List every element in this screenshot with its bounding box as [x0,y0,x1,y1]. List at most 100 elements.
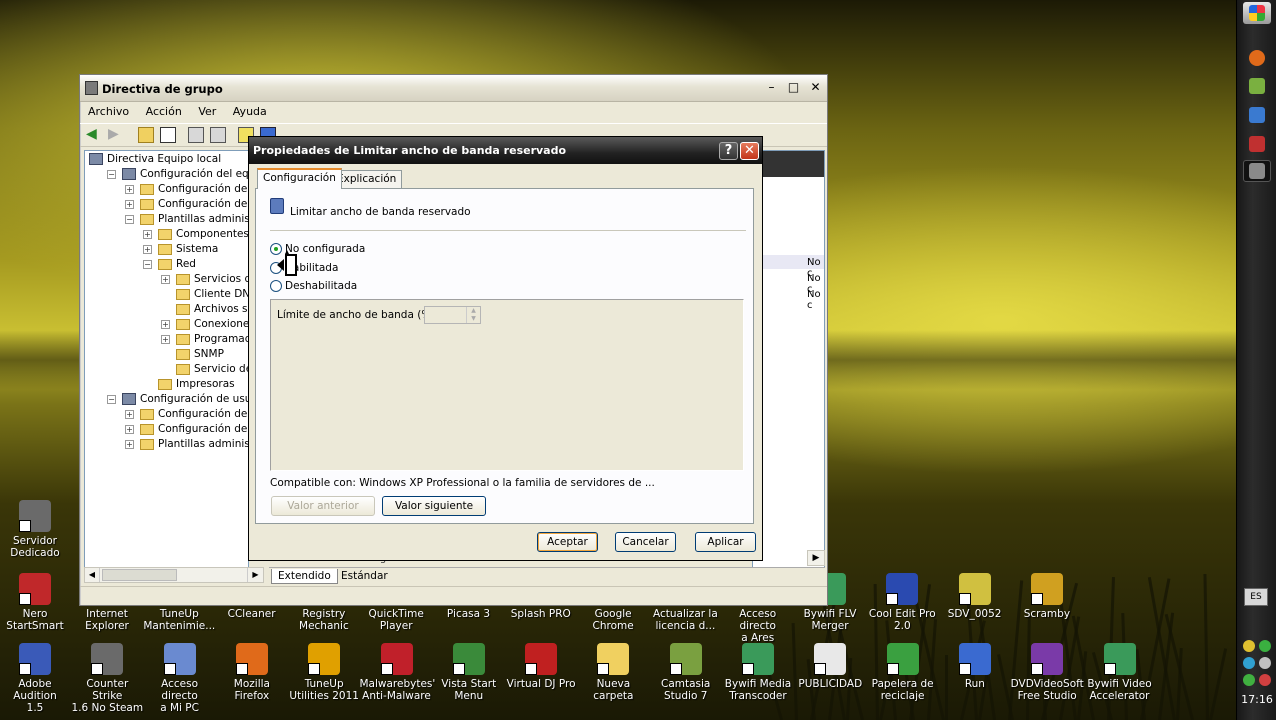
help-button[interactable]: ? [719,142,738,160]
language-indicator[interactable]: ES [1244,588,1268,606]
scroll-right-button[interactable]: ▶ [807,550,825,566]
minimize-button[interactable]: – [762,80,781,97]
taskbar-app-3[interactable] [1243,104,1271,126]
expand-icon[interactable]: + [161,274,170,284]
menu-accion[interactable]: Acción [141,102,187,118]
tray-app-icon[interactable] [1243,674,1255,686]
tree-pane[interactable]: Directiva Equipo local − Configuración del… [84,150,249,568]
menu-ver[interactable]: Ver [193,102,221,118]
tab-estandar[interactable]: Estándar [335,569,394,583]
desktop-icon[interactable]: DVDVideoSoft Free Studio [1010,643,1084,702]
expand-icon[interactable]: + [125,424,134,434]
desktop-icon[interactable]: Bywifi Media Transcoder [721,643,795,702]
tab-extendido[interactable]: Extendido [271,569,338,584]
tree-item[interactable]: Archivos sin con [161,303,248,318]
tree-item[interactable]: + Plantillas administrativas [125,438,248,453]
dialog-titlebar[interactable]: Propiedades de Limitar ancho de banda re… [249,137,762,164]
tray-network-icon[interactable] [1243,657,1255,669]
desktop-icon[interactable]: Run [938,643,1012,690]
taskbar-group-policy[interactable] [1243,160,1271,182]
tree-item[interactable]: SNMP [161,348,224,363]
tree-item[interactable]: + Servicios de rec [161,273,248,288]
dialog-close-button[interactable]: ✕ [740,142,759,160]
expand-icon[interactable]: + [125,409,134,419]
tree-item[interactable]: Directiva Equipo local [89,153,221,168]
tree-item[interactable]: − Red [143,258,196,273]
previous-setting-button[interactable]: Valor anterior [271,496,375,516]
desktop-icon[interactable]: Nueva carpeta [576,643,650,702]
cancel-button[interactable]: Cancelar [615,532,676,552]
collapse-icon[interactable]: − [125,214,134,224]
next-setting-button[interactable]: Valor siguiente [382,496,486,516]
show-tree-icon[interactable] [160,127,176,143]
tree-item[interactable]: + Programador de [161,333,248,348]
desktop-icon[interactable]: Scramby [1010,573,1084,620]
desktop-icon[interactable]: Vista Start Menu [432,643,506,702]
desktop-icon[interactable]: Adobe Audition 1.5 [0,643,72,714]
ok-button[interactable]: Aceptar [537,532,598,552]
tray-shield-icon[interactable] [1243,640,1255,652]
radio-button[interactable] [270,280,282,292]
scroll-thumb[interactable] [102,569,177,581]
desktop-icon[interactable]: Nero StartSmart [0,573,72,632]
desktop-icon[interactable]: Bywifi Video Accelerator [1083,643,1157,702]
desktop-icon[interactable]: Papelera de reciclaje [866,643,940,702]
tree-item[interactable]: − Configuración de usuario [107,393,248,408]
spin-up-icon[interactable]: ▲ [466,307,480,315]
desktop-icon[interactable]: Virtual DJ Pro [504,643,578,690]
window-titlebar[interactable]: Directiva de grupo – □ ✕ [80,75,827,102]
tree-item[interactable]: + Configuración de Windo [125,198,248,213]
expand-icon[interactable]: + [125,439,134,449]
tree-item[interactable]: Impresoras [143,378,235,393]
tree-item[interactable]: + Configuración de softwa [125,183,248,198]
tree-item[interactable]: + Configuración de softwa [125,408,248,423]
clock[interactable]: 17:16 [1237,693,1276,706]
taskbar-app-2[interactable] [1243,75,1271,97]
tree-item[interactable]: + Sistema [143,243,218,258]
desktop-icon[interactable]: Camtasia Studio 7 [649,643,723,702]
collapse-icon[interactable]: − [107,394,116,404]
tray-status-icon[interactable] [1259,640,1271,652]
close-button[interactable]: ✕ [806,80,825,97]
expand-icon[interactable]: + [143,229,152,239]
refresh-icon[interactable] [210,127,226,143]
collapse-icon[interactable]: − [143,259,152,269]
desktop-icon[interactable]: Cool Edit Pro 2.0 [865,573,939,632]
expand-icon[interactable]: + [161,319,170,329]
collapse-icon[interactable]: − [107,169,116,179]
bandwidth-limit-spinner[interactable]: ▲ ▼ [424,306,481,324]
desktop-icon[interactable]: Counter Strike 1.6 No Steam [70,643,144,714]
tab-configuracion[interactable]: Configuración [257,168,342,189]
tree-item[interactable]: + Componentes de W [143,228,248,243]
maximize-button[interactable]: □ [784,80,803,97]
expand-icon[interactable]: + [125,184,134,194]
desktop-icon[interactable]: Servidor Dedicado [0,500,72,559]
forward-arrow-icon[interactable]: ▶ [108,127,124,143]
desktop-icon[interactable]: PUBLICIDAD [793,643,867,690]
start-button[interactable] [1243,2,1271,24]
spin-down-icon[interactable]: ▼ [466,315,480,323]
desktop-icon[interactable]: Mozilla Firefox [215,643,289,702]
expand-icon[interactable]: + [143,244,152,254]
properties-icon[interactable] [188,127,204,143]
details-cell[interactable]: No c [807,289,824,311]
expand-icon[interactable]: + [125,199,134,209]
scroll-left-arrow-icon[interactable]: ◀ [85,568,100,582]
menu-ayuda[interactable]: Ayuda [228,102,272,118]
tree-item[interactable]: + Conexiones de [161,318,248,333]
apply-button[interactable]: Aplicar [695,532,756,552]
up-folder-icon[interactable] [138,127,154,143]
desktop-icon[interactable]: TuneUp Utilities 2011 [287,643,361,702]
radio-disabled[interactable]: Deshabilitada [270,280,357,294]
tray-volume-icon[interactable] [1259,657,1271,669]
desktop-icon[interactable]: SDV_0052 [938,573,1012,620]
taskbar-firefox[interactable] [1243,47,1271,69]
tree-item[interactable]: Cliente DNS [161,288,248,303]
tree-item[interactable]: − Configuración del equipo [107,168,248,183]
tree-horizontal-scrollbar[interactable]: ◀ ▶ [84,567,264,583]
back-arrow-icon[interactable]: ◀ [86,127,102,143]
desktop-icon[interactable]: Acceso directo a Mi PC [143,643,217,714]
taskbar-app-4[interactable] [1243,133,1271,155]
expand-icon[interactable]: + [161,334,170,344]
desktop-icon[interactable]: Malwarebytes' Anti-Malware [360,643,435,702]
